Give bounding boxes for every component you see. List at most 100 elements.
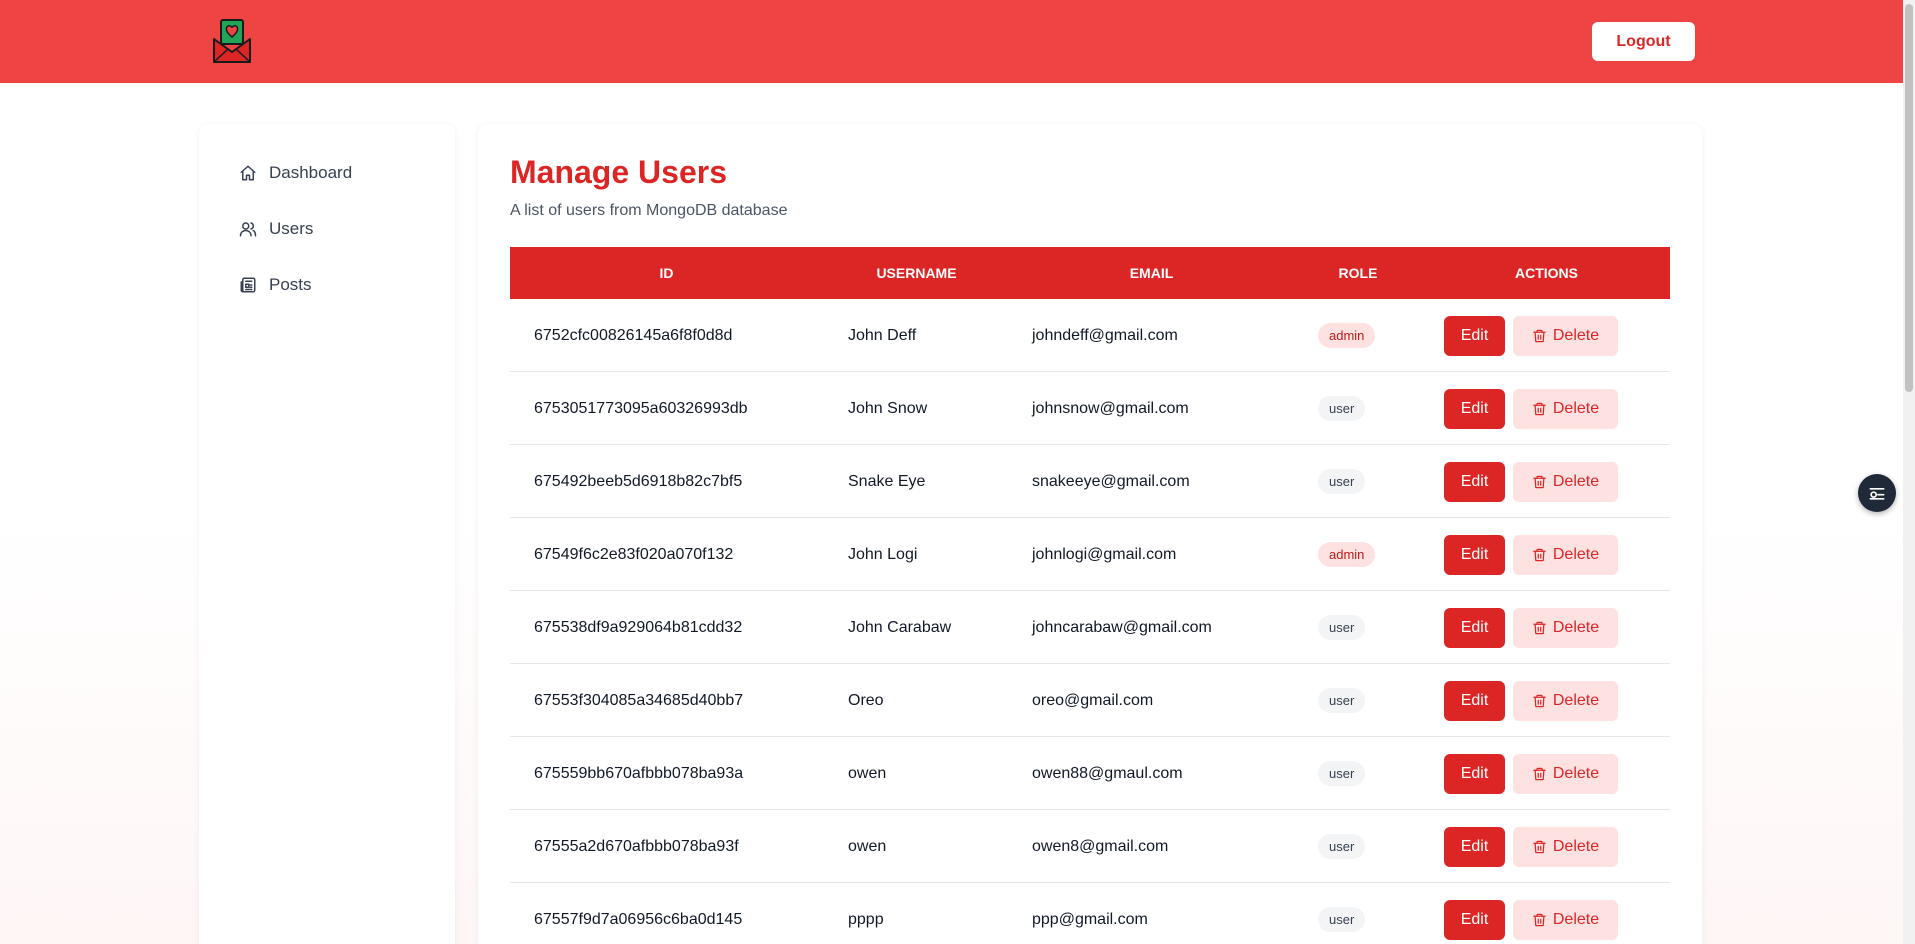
edit-button[interactable]: Edit [1444,534,1505,575]
cell-username: John Deff [848,326,917,344]
role-badge: admin [1318,323,1376,348]
cell-actions: Edit Delete [1444,591,1618,664]
cell-actions: Edit Delete [1444,518,1618,591]
cell-username: John Carabaw [848,618,952,636]
users-table: ID USERNAME EMAIL ROLE ACTIONS 6752cfc00… [510,247,1670,944]
cell-id: 6753051773095a60326993db [534,399,748,417]
cell-role: user [1318,883,1366,944]
sidebar-item-posts[interactable]: Posts [239,273,312,297]
cell-actions: Edit Delete [1444,299,1618,372]
delete-button[interactable]: Delete [1513,607,1618,648]
delete-button[interactable]: Delete [1513,899,1618,940]
trash-icon [1532,766,1547,782]
role-badge: user [1318,761,1366,786]
edit-button[interactable]: Edit [1444,315,1505,356]
role-badge: user [1318,615,1366,640]
cell-email: owen8@gmail.com [1032,837,1169,855]
main-content: Manage Users A list of users from MongoD… [478,124,1702,944]
delete-button[interactable]: Delete [1513,534,1618,575]
cell-role: user [1318,810,1366,883]
delete-label: Delete [1552,837,1600,855]
cell-id: 67553f304085a34685d40bb7 [534,691,744,709]
delete-button[interactable]: Delete [1513,315,1618,356]
delete-label: Delete [1552,545,1600,563]
cell-id: 675492beeb5d6918b82c7bf5 [534,472,743,490]
table-row: 6752cfc00826145a6f8f0d8d John Deff johndef… [510,299,1670,372]
delete-button[interactable]: Delete [1513,461,1618,502]
table-body: 6752cfc00826145a6f8f0d8d John Deff johndef… [510,299,1670,944]
cell-role: user [1318,664,1366,737]
delete-button[interactable]: Delete [1513,826,1618,867]
trash-icon [1532,474,1547,490]
column-header-email: EMAIL [1129,265,1174,281]
table-row: 675492beeb5d6918b82c7bf5 Snake Eye snakeey… [510,445,1670,518]
edit-button[interactable]: Edit [1444,826,1505,867]
cell-username: pppp [848,910,884,928]
cell-username: John Logi [848,545,918,563]
delete-label: Delete [1552,910,1600,928]
floating-toggle-button[interactable] [1858,474,1896,512]
cell-actions: Edit Delete [1444,664,1618,737]
role-badge: user [1318,907,1366,932]
column-header-username: USERNAME [876,265,957,281]
logout-button[interactable]: Logout [1592,22,1695,61]
trash-icon [1532,401,1547,417]
delete-button[interactable]: Delete [1513,680,1618,721]
cell-username: Oreo [848,691,884,709]
table-header: ID USERNAME EMAIL ROLE ACTIONS [510,247,1670,299]
delete-label: Delete [1552,618,1600,636]
sidebar-item-label: Users [269,219,314,238]
table-row: 67557f9d7a06956c6ba0d145 pppp ppp@gmail.co… [510,883,1670,944]
edit-button[interactable]: Edit [1444,461,1505,502]
sidebar: Dashboard Users Posts [199,124,455,944]
cell-actions: Edit Delete [1444,883,1618,944]
cell-role: admin [1318,518,1376,591]
edit-button[interactable]: Edit [1444,388,1505,429]
cell-id: 675538df9a929064b81cdd32 [534,618,743,636]
sidebar-item-users[interactable]: Users [239,217,313,241]
scrollbar-thumb[interactable] [1905,4,1913,392]
cell-email: johnlogi@gmail.com [1032,545,1177,563]
app-logo[interactable] [212,19,252,65]
cell-id: 6752cfc00826145a6f8f0d8d [534,326,733,344]
table-row: 6753051773095a60326993db John Snow johnsno… [510,372,1670,445]
cell-email: snakeeye@gmail.com [1032,472,1190,490]
page-title: Manage Users [510,154,727,190]
cell-email: johndeff@gmail.com [1032,326,1178,344]
table-row: 675559bb670afbbb078ba93a owen owen88@gmaul… [510,737,1670,810]
column-header-actions: ACTIONS [1515,265,1578,281]
table-row: 67553f304085a34685d40bb7 Oreo oreo@gmail.c… [510,664,1670,737]
trash-icon [1532,693,1547,709]
delete-button[interactable]: Delete [1513,388,1618,429]
sidebar-item-dashboard[interactable]: Dashboard [239,161,352,185]
edit-button[interactable]: Edit [1444,607,1505,648]
settings-toggle-icon [1869,488,1885,500]
delete-label: Delete [1552,764,1600,782]
cell-email: johnsnow@gmail.com [1032,399,1189,417]
cell-role: user [1318,737,1366,810]
top-header: Logout [0,0,1903,83]
trash-icon [1532,912,1547,928]
table-row: 67549f6c2e83f020a070f132 John Logi johnlog… [510,518,1670,591]
cell-role: user [1318,591,1366,664]
column-header-role: ROLE [1338,265,1378,281]
cell-id: 67549f6c2e83f020a070f132 [534,545,734,563]
cell-actions: Edit Delete [1444,810,1618,883]
cell-username: Snake Eye [848,472,926,490]
edit-button[interactable]: Edit [1444,680,1505,721]
cell-username: owen [848,837,887,855]
cell-email: ppp@gmail.com [1032,910,1148,928]
cell-actions: Edit Delete [1444,737,1618,810]
edit-button[interactable]: Edit [1444,753,1505,794]
page-subtitle: A list of users from MongoDB database [510,202,788,219]
cell-actions: Edit Delete [1444,445,1618,518]
table-row: 675538df9a929064b81cdd32 John Carabaw john… [510,591,1670,664]
edit-button[interactable]: Edit [1444,899,1505,940]
cell-username: owen [848,764,887,782]
delete-label: Delete [1552,326,1600,344]
delete-label: Delete [1552,691,1600,709]
trash-icon [1532,620,1547,636]
delete-button[interactable]: Delete [1513,753,1618,794]
cell-id: 67555a2d670afbbb078ba93f [534,837,739,855]
cell-actions: Edit Delete [1444,372,1618,445]
